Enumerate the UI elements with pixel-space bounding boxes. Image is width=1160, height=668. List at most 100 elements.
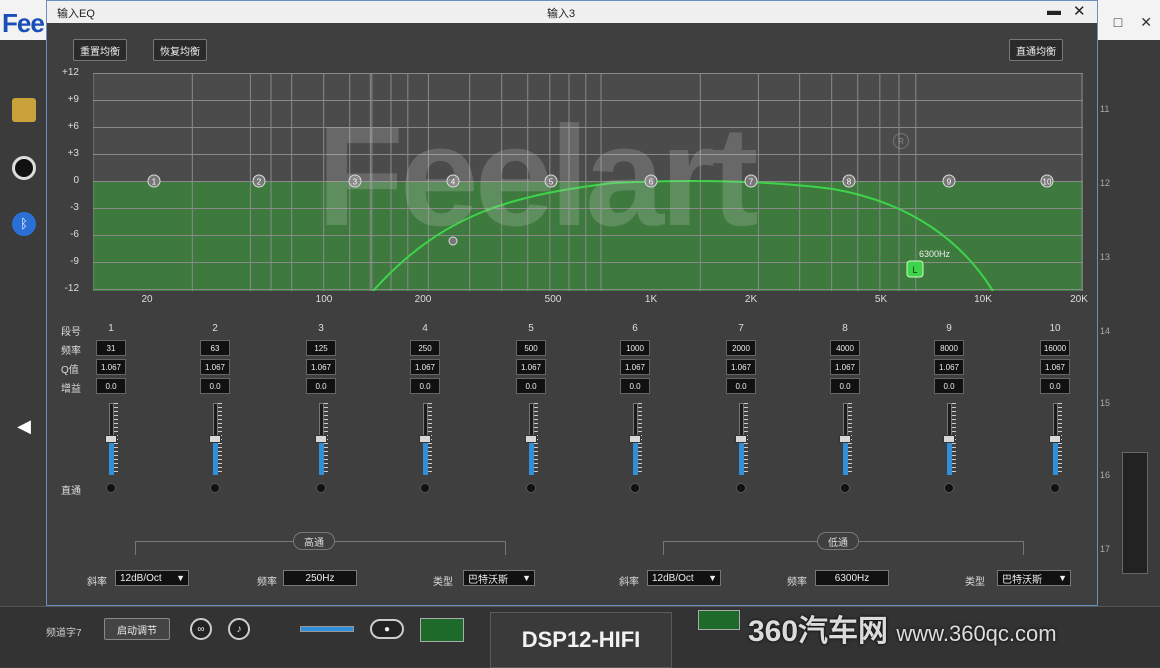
highpass-freq-input[interactable]: 250Hz [283,570,357,586]
band-freq-input[interactable]: 125 [306,340,336,356]
band-gain-slider[interactable] [208,403,222,475]
y-axis-label: -9 [70,256,79,267]
band-freq-input[interactable]: 4000 [830,340,860,356]
watermark-url: www.360qc.com [896,621,1057,646]
band-gain-input[interactable]: 0.0 [830,378,860,394]
slider-thumb[interactable] [419,435,431,443]
band-q-input[interactable]: 1.067 [830,359,860,375]
band-bypass-toggle[interactable] [420,483,430,493]
minimize-icon[interactable]: ▬ [1047,2,1061,18]
slider-thumb[interactable] [839,435,851,443]
slider-thumb[interactable] [629,435,641,443]
band-q-input[interactable]: 1.067 [96,359,126,375]
band-gain-input[interactable]: 0.0 [726,378,756,394]
speaker-box-icon[interactable] [12,98,36,122]
highpass-divider-edge [135,541,136,555]
band-gain-input[interactable]: 0.0 [934,378,964,394]
lowpass-node-label: L [912,265,917,275]
slider-thumb[interactable] [209,435,221,443]
band-freq-input[interactable]: 63 [200,340,230,356]
eq-curve-svg[interactable]: 1 2 3 4 5 6 7 8 9 10 L6300Hz [93,73,1083,291]
band-freq-input[interactable]: 250 [410,340,440,356]
speaker-icon[interactable]: ◀ [12,414,36,438]
band-gain-slider[interactable] [524,403,538,475]
eq-band-node-label: 3 [353,178,358,187]
band-q-input[interactable]: 1.067 [200,359,230,375]
band-freq-input[interactable]: 8000 [934,340,964,356]
band-q-input[interactable]: 1.067 [934,359,964,375]
band-freq-input[interactable]: 2000 [726,340,756,356]
mute-icon[interactable]: ♪ [228,618,250,640]
slider-thumb[interactable] [1049,435,1061,443]
dialog-titlebar[interactable]: 输入EQ 输入3 ▬ ✕ [47,1,1097,23]
start-adjust-button[interactable]: 启动调节 [104,618,170,640]
x-axis-label: 20 [141,294,153,305]
close-icon[interactable]: ✕ [1140,14,1152,31]
x-axis-label: 10K [974,294,992,305]
highpass-type-select[interactable]: 巴特沃斯 ▼ [463,570,535,586]
band-gain-input[interactable]: 0.0 [1040,378,1070,394]
band-bypass-toggle[interactable] [1050,483,1060,493]
highpass-slope-select[interactable]: 12dB/Oct ▼ [115,570,189,586]
lowpass-slope-select[interactable]: 12dB/Oct ▼ [647,570,721,586]
band-gain-input[interactable]: 0.0 [410,378,440,394]
right-channel-number: 16 [1100,470,1111,480]
eq-graph[interactable]: 1 2 3 4 5 6 7 8 9 10 L 6300Hz [93,73,1083,291]
band-bypass-toggle[interactable] [316,483,326,493]
slider-thumb[interactable] [735,435,747,443]
app-logo: Fee [2,8,45,38]
highpass-node[interactable] [448,236,458,246]
record-icon[interactable] [12,156,36,180]
band-gain-slider[interactable] [838,403,852,475]
reset-eq-button[interactable]: 重置均衡 [73,39,127,61]
band-q-input[interactable]: 1.067 [306,359,336,375]
restore-eq-button[interactable]: 恢复均衡 [153,39,207,61]
band-q-input[interactable]: 1.067 [1040,359,1070,375]
lowpass-type-select[interactable]: 巴特沃斯 ▼ [997,570,1071,586]
slider-thumb[interactable] [525,435,537,443]
band-gain-input[interactable]: 0.0 [620,378,650,394]
bypass-row-label: 直通 [61,486,81,497]
maximize-icon[interactable]: □ [1114,14,1122,31]
lowpass-freq-input[interactable]: 6300Hz [815,570,889,586]
link-icon[interactable]: ∞ [190,618,212,640]
bypass-eq-button[interactable]: 直通均衡 [1009,39,1063,61]
band-bypass-toggle[interactable] [840,483,850,493]
y-axis-label: +12 [62,67,79,78]
band-gain-input[interactable]: 0.0 [200,378,230,394]
band-q-input[interactable]: 1.067 [410,359,440,375]
band-gain-slider[interactable] [942,403,956,475]
slider-thumb[interactable] [315,435,327,443]
close-icon[interactable]: ✕ [1073,2,1086,20]
bluetooth-icon[interactable]: ᛒ [12,212,36,236]
volume-slider[interactable] [300,626,354,632]
slider-thumb[interactable] [943,435,955,443]
band-freq-input[interactable]: 1000 [620,340,650,356]
band-bypass-toggle[interactable] [736,483,746,493]
band-gain-slider[interactable] [1048,403,1062,475]
band-freq-input[interactable]: 16000 [1040,340,1070,356]
band-bypass-toggle[interactable] [630,483,640,493]
band-bypass-toggle[interactable] [944,483,954,493]
band-gain-slider[interactable] [314,403,328,475]
band-freq-input[interactable]: 31 [96,340,126,356]
band-bypass-toggle[interactable] [526,483,536,493]
band-gain-slider[interactable] [104,403,118,475]
band-gain-slider[interactable] [734,403,748,475]
band-q-input[interactable]: 1.067 [726,359,756,375]
band-gain-input[interactable]: 0.0 [516,378,546,394]
eq-band-node-label: 5 [549,178,554,187]
band-q-input[interactable]: 1.067 [620,359,650,375]
band-bypass-toggle[interactable] [106,483,116,493]
band-gain-input[interactable]: 0.0 [306,378,336,394]
toggle-switch[interactable]: ● [370,619,404,639]
site-watermark: 360汽车网 www.360qc.com [748,606,1057,650]
band-gain-slider[interactable] [418,403,432,475]
band-q-input[interactable]: 1.067 [516,359,546,375]
band-gain-input[interactable]: 0.0 [96,378,126,394]
right-channel-number: 17 [1100,544,1111,554]
band-gain-slider[interactable] [628,403,642,475]
band-freq-input[interactable]: 500 [516,340,546,356]
slider-thumb[interactable] [105,435,117,443]
band-bypass-toggle[interactable] [210,483,220,493]
